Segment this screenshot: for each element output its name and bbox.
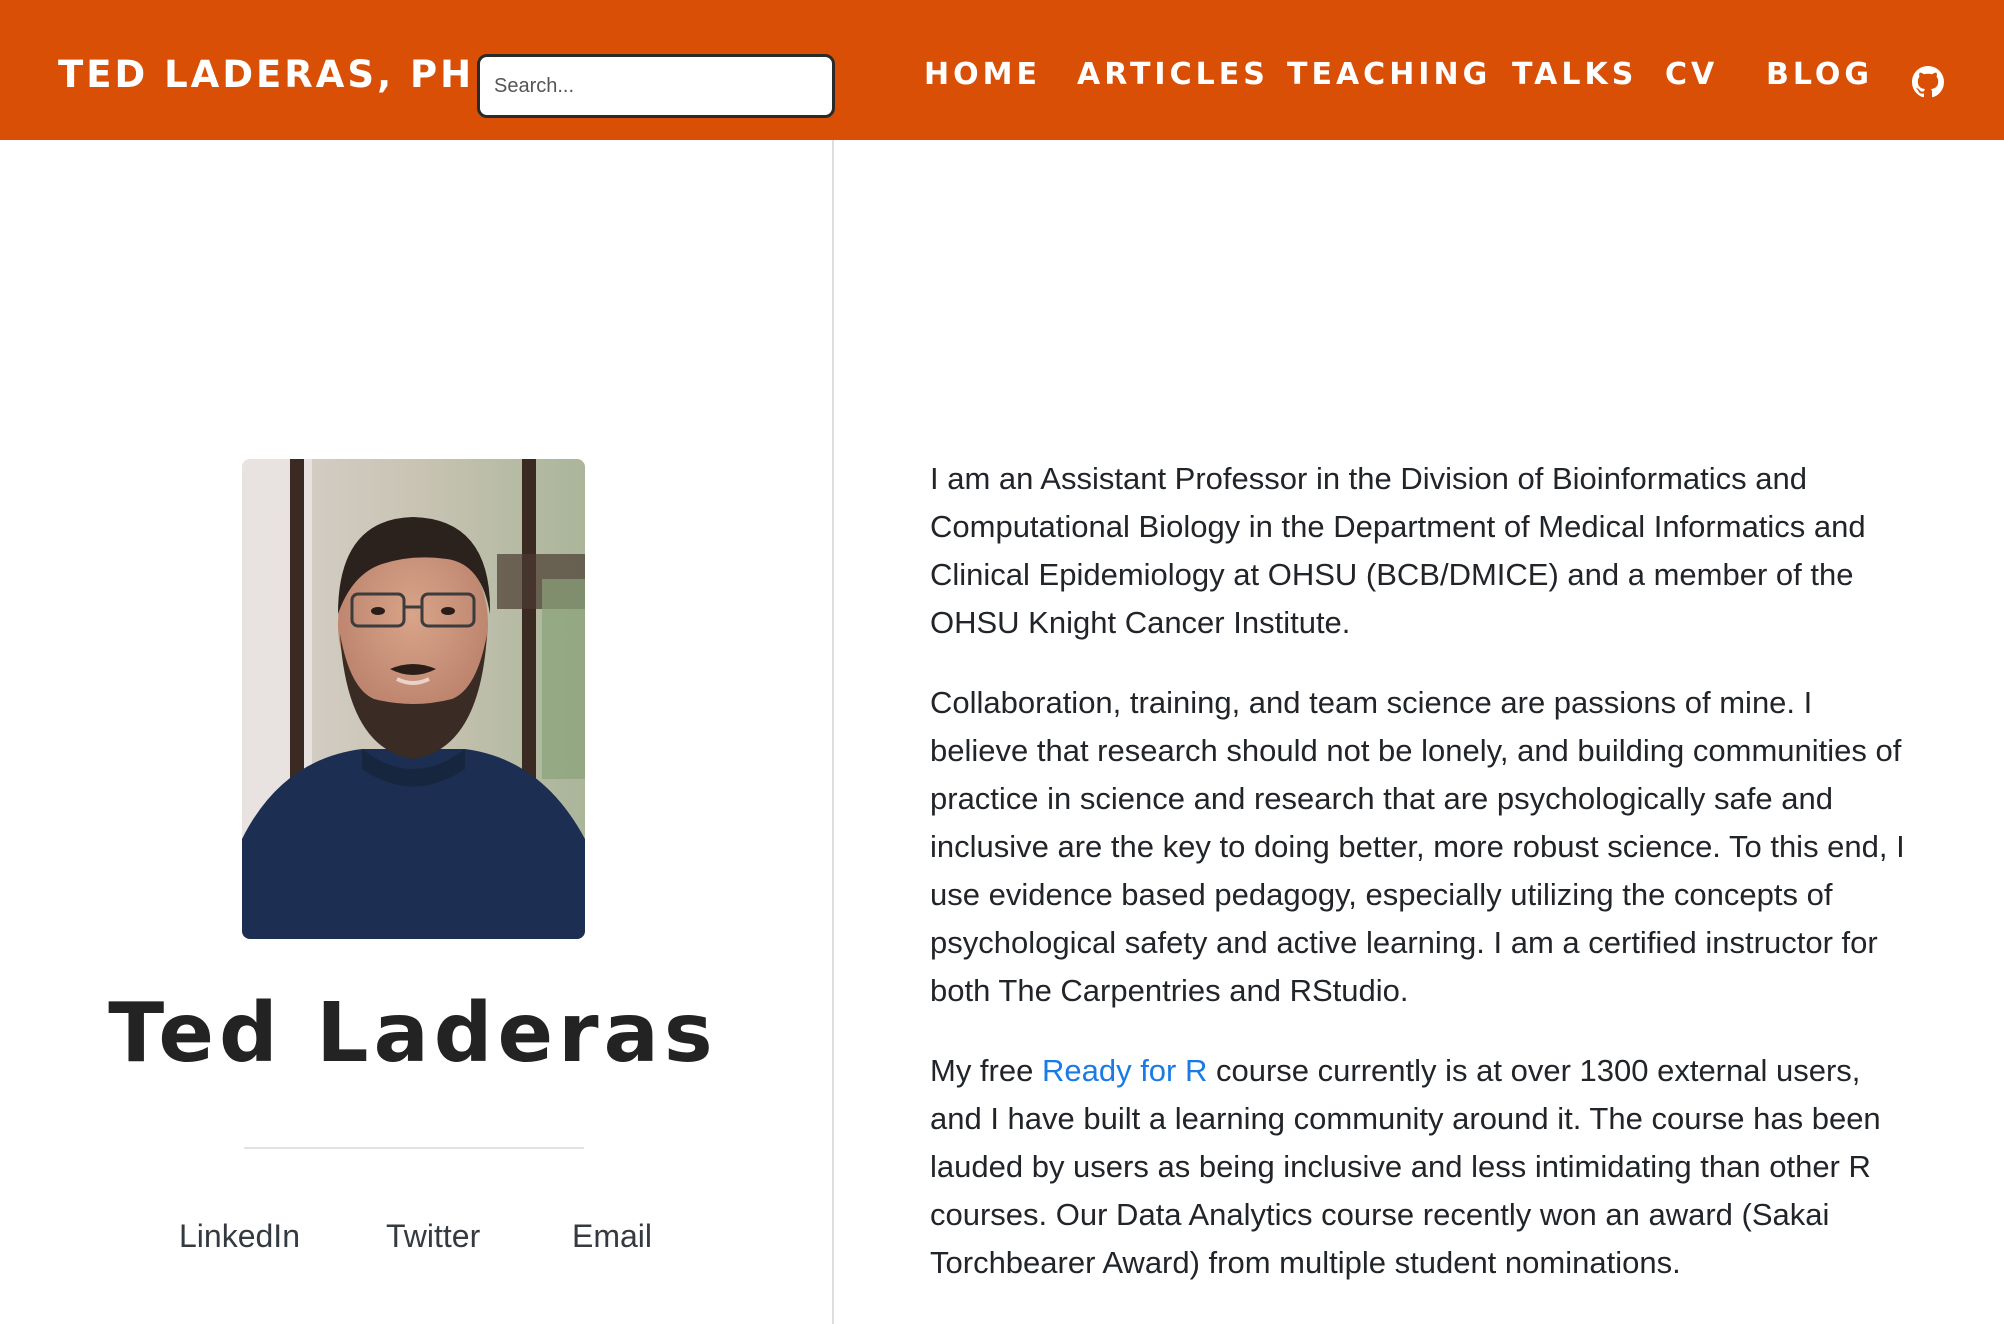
bio-content: I am an Assistant Professor in the Divis… xyxy=(930,455,1914,1319)
bio-paragraph-3-text-start: My free xyxy=(930,1053,1042,1088)
column-divider xyxy=(832,140,834,1324)
linkedin-link[interactable]: LinkedIn xyxy=(179,1220,300,1252)
nav-talks-link[interactable]: TALKS xyxy=(1512,60,1637,90)
bio-paragraph-2: Collaboration, training, and team scienc… xyxy=(930,685,1905,1008)
profile-photo xyxy=(242,459,585,939)
bio-paragraph-3: My free Ready for R course currently is … xyxy=(930,1047,1914,1287)
nav-articles-link[interactable]: ARTICLES xyxy=(1077,60,1269,90)
email-link[interactable]: Email xyxy=(572,1220,652,1252)
nav-teaching-link[interactable]: TEACHING xyxy=(1287,60,1491,90)
profile-name-divider xyxy=(244,1147,584,1149)
nav-home-link[interactable]: HOME xyxy=(924,60,1041,90)
ready-for-r-link[interactable]: Ready for R xyxy=(1042,1053,1207,1088)
top-navbar: TED LADERAS, PHD HOME ARTICLES TEACHING … xyxy=(0,0,2004,140)
main-nav: HOME ARTICLES TEACHING TALKS CV BLOG xyxy=(0,60,2004,100)
github-icon[interactable] xyxy=(1912,66,1944,98)
nav-blog-link[interactable]: BLOG xyxy=(1766,60,1873,90)
twitter-link[interactable]: Twitter xyxy=(386,1220,480,1252)
bio-paragraph-1: I am an Assistant Professor in the Divis… xyxy=(930,461,1866,640)
nav-cv-link[interactable]: CV xyxy=(1665,60,1718,90)
profile-name: Ted Laderas xyxy=(108,986,718,1081)
